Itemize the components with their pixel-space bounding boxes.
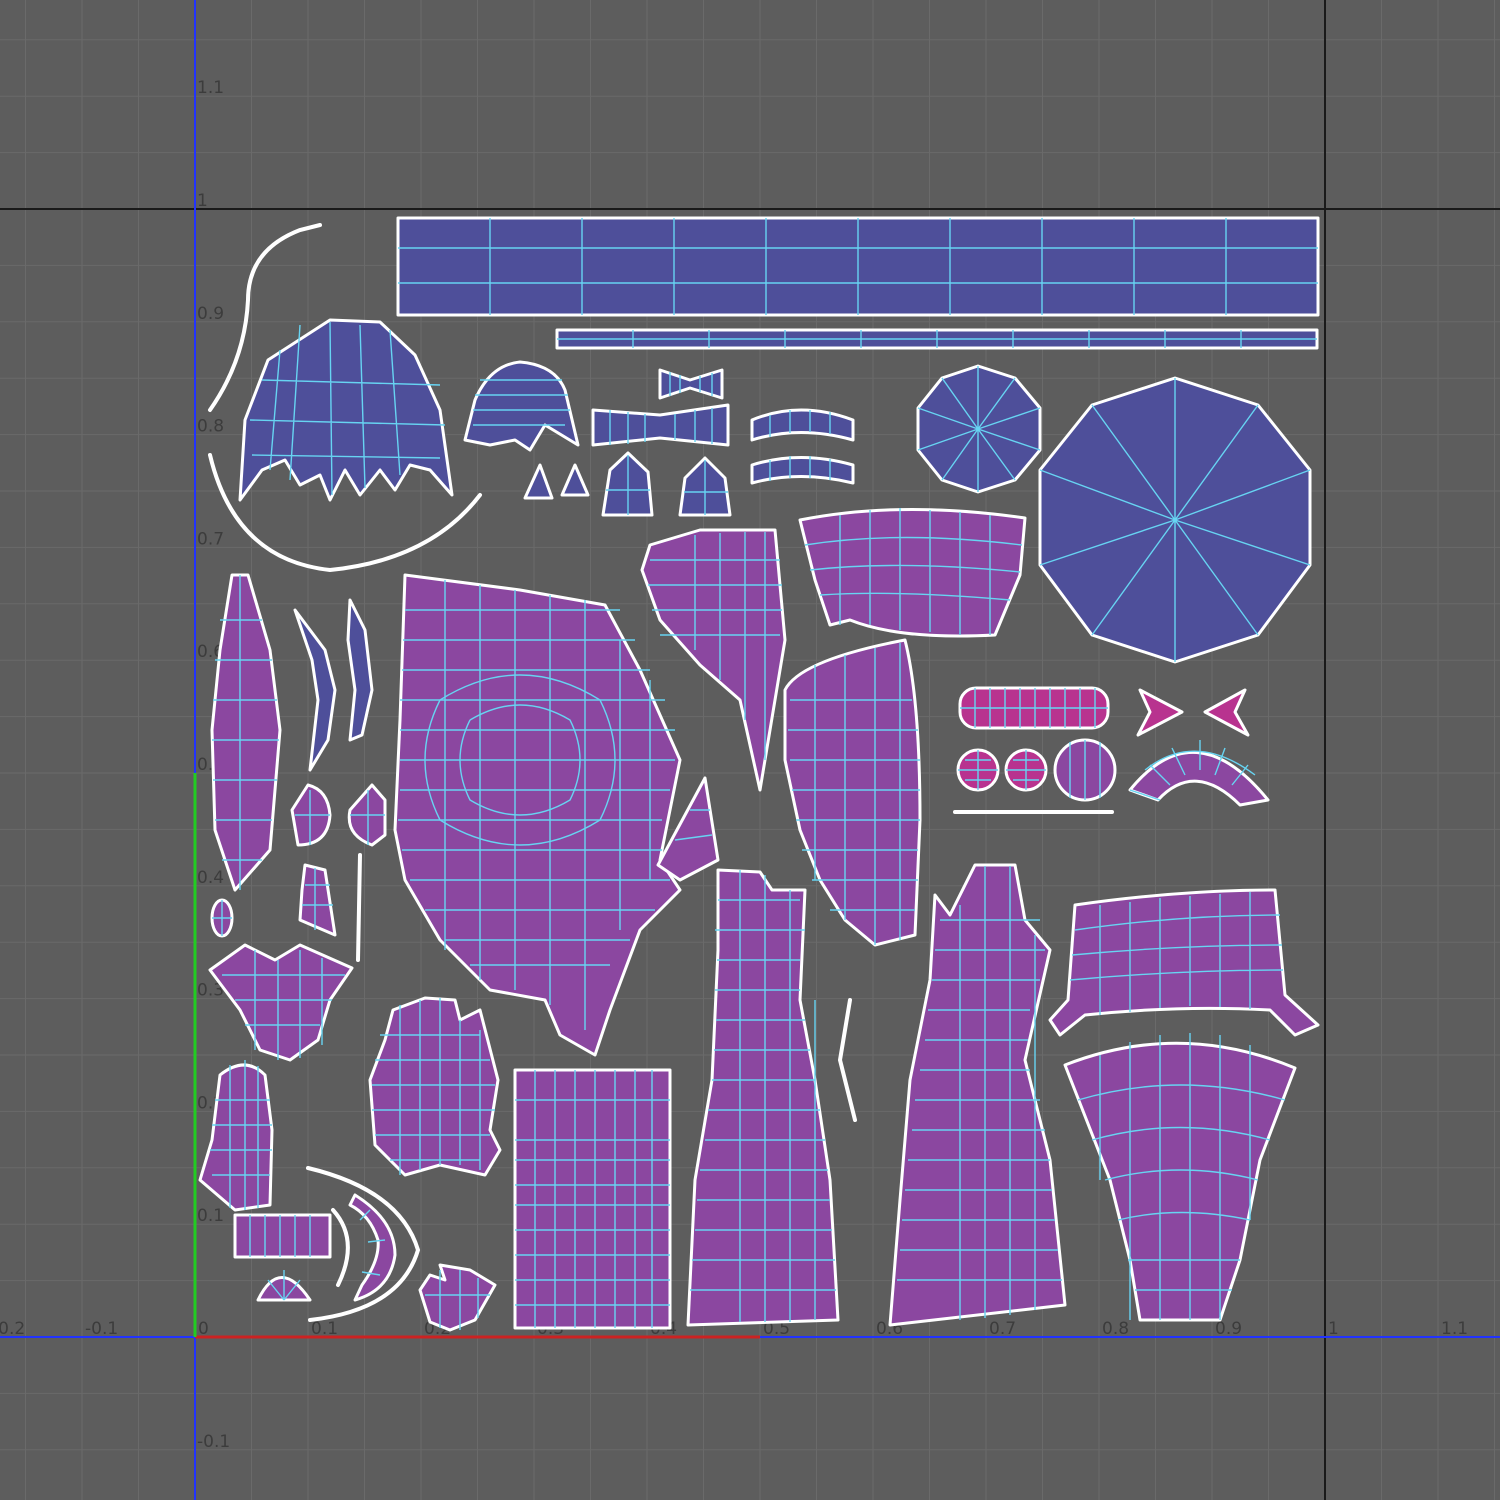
uv-shell-pink-disc-1[interactable]: [956, 748, 1000, 792]
u-tick-label: -0.1: [85, 1319, 118, 1339]
u-tick-label: 0.9: [1215, 1319, 1242, 1339]
uv-canvas[interactable]: -0.2-0.100.10.20.30.40.50.60.70.80.911.1…: [0, 0, 1500, 1500]
uv-shell-pink-strip[interactable]: [958, 686, 1110, 730]
v-tick-label: 1.1: [197, 78, 224, 98]
v-tick-label: 0.4: [197, 868, 224, 888]
uv-shell-band[interactable]: [233, 1213, 332, 1259]
v-tick-label: 0.9: [197, 304, 224, 324]
u-tick-label: 0.8: [1102, 1319, 1129, 1339]
u-tick-label: 1: [1328, 1319, 1339, 1339]
u-tick-label: -0.2: [0, 1319, 25, 1339]
uv-shell-rect-grid[interactable]: [513, 1068, 672, 1330]
u-tick-label: 0.1: [311, 1319, 338, 1339]
u-tick-label: 0.7: [989, 1319, 1016, 1339]
u-tick-label: 0: [198, 1319, 209, 1339]
u-tick-label: 1.1: [1441, 1319, 1468, 1339]
v-tick-label: 1: [197, 191, 208, 211]
uv-shell-seam-small[interactable]: [356, 853, 362, 962]
uv-shell-top-strip[interactable]: [396, 216, 1320, 317]
uv-shell-large-decagon[interactable]: [1038, 376, 1312, 664]
uv-shell-purple-disc[interactable]: [1053, 738, 1117, 802]
uv-editor-viewport[interactable]: -0.2-0.100.10.20.30.40.50.60.70.80.911.1…: [0, 0, 1500, 1500]
uv-shell-pink-disc-2[interactable]: [1004, 748, 1048, 792]
uv-shell-tiny-oval[interactable]: [210, 898, 234, 938]
uv-shell-thin-strip[interactable]: [555, 328, 1319, 350]
uv-shell-small-decagon[interactable]: [916, 364, 1042, 494]
v-tick-label: 0.7: [197, 529, 224, 549]
v-tick-label: 0.1: [197, 1206, 224, 1226]
uv-shell-sleeve-cuff-right[interactable]: [798, 508, 1027, 638]
uv-shell-torso-back[interactable]: [368, 996, 502, 1177]
v-tick-label: 0.8: [197, 417, 224, 437]
v-tick-label: -0.1: [197, 1432, 230, 1452]
